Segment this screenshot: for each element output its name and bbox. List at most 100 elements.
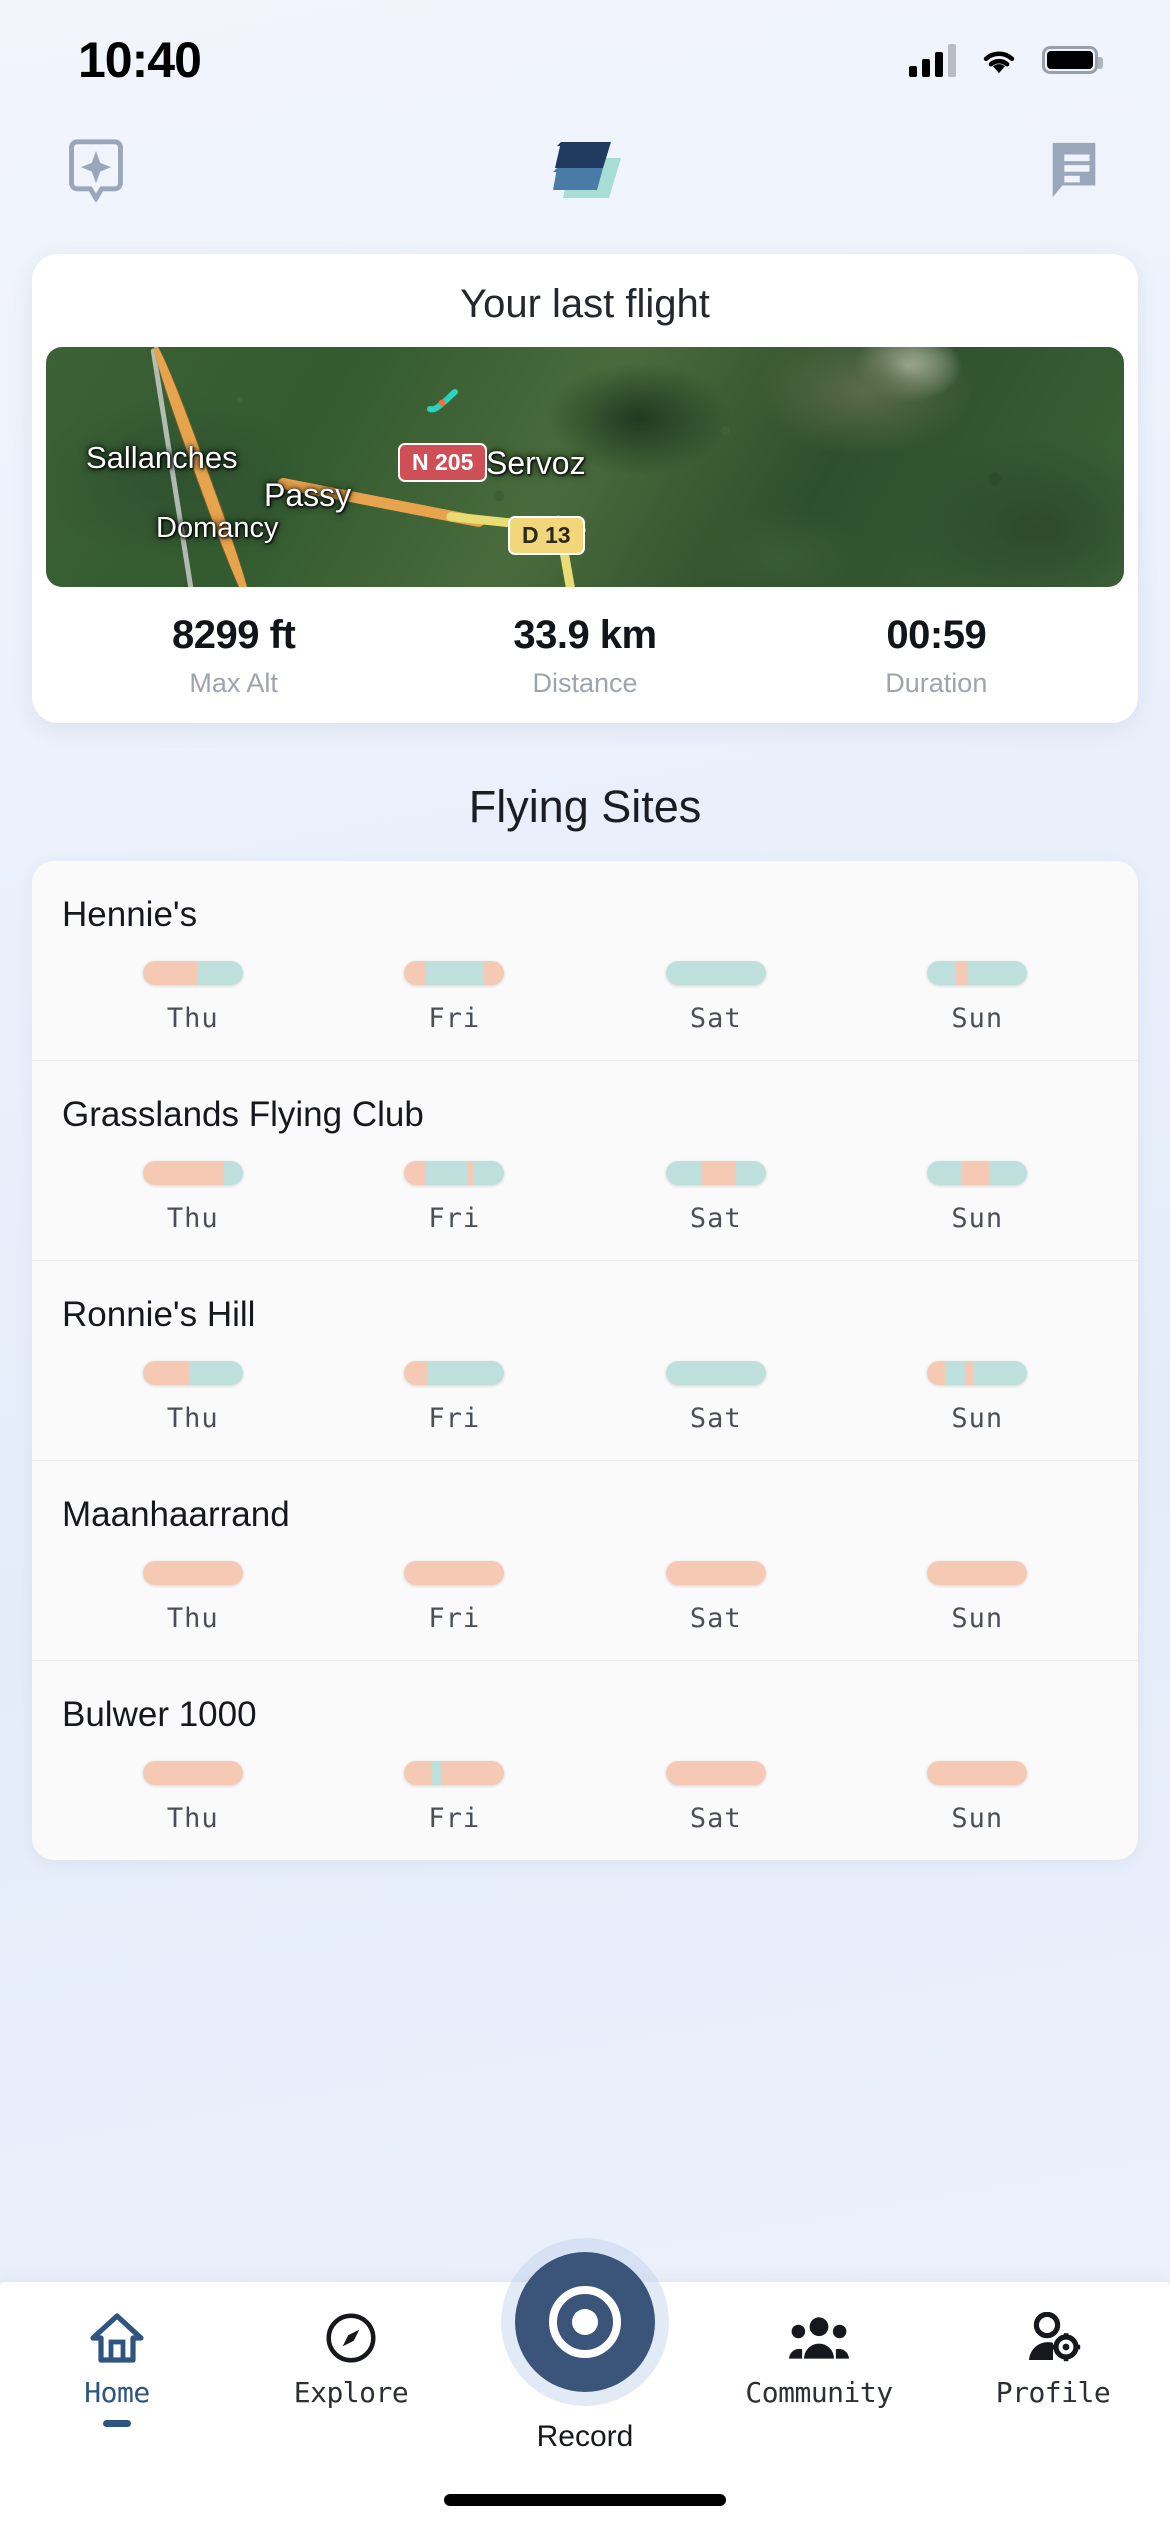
tab-explore[interactable]: Explore	[234, 2312, 468, 2409]
site-row[interactable]: Maanhaarrand Thu Fri Sat Sun	[32, 1461, 1138, 1661]
tab-profile[interactable]: Profile	[936, 2311, 1170, 2409]
forecast-day[interactable]: Sat	[585, 1561, 847, 1634]
stat-value: 33.9 km	[513, 613, 657, 657]
forecast-day-label: Thu	[166, 1203, 219, 1234]
last-flight-title: Your last flight	[460, 282, 710, 326]
tab-label: Community	[745, 2375, 893, 2409]
site-row[interactable]: Ronnie's Hill Thu Fri Sat Sun	[32, 1261, 1138, 1461]
forecast-day[interactable]: Fri	[324, 1161, 586, 1234]
forecast-segment-bad	[142, 1761, 243, 1785]
forecast-day[interactable]: Sun	[847, 1761, 1109, 1834]
site-forecast-days: Thu Fri Sat Sun	[62, 961, 1108, 1034]
forecast-segment-good	[426, 1161, 468, 1185]
map-label-passy: Passy	[264, 477, 352, 513]
forecast-day[interactable]: Fri	[324, 961, 586, 1034]
forecast-segment-bad	[955, 961, 968, 985]
forecast-day[interactable]: Sun	[847, 1561, 1109, 1634]
forecast-segment-bad	[142, 1361, 189, 1385]
stat-label: Max Alt	[189, 668, 278, 698]
record-button-label: Record	[536, 2420, 634, 2453]
stat-duration: 00:59 Duration	[761, 613, 1112, 699]
forecast-day[interactable]: Fri	[324, 1761, 586, 1834]
site-forecast-days: Thu Fri Sat Sun	[62, 1361, 1108, 1434]
forecast-segment-bad	[927, 1361, 946, 1385]
forecast-bar	[665, 961, 766, 985]
forecast-day[interactable]: Sun	[847, 1361, 1109, 1434]
map-road-tertiary-1	[445, 511, 587, 536]
forecast-day-label: Thu	[166, 1603, 219, 1634]
home-icon	[90, 2312, 144, 2363]
tab-home[interactable]: Home	[0, 2312, 234, 2427]
site-forecast-days: Thu Fri Sat Sun	[62, 1161, 1108, 1234]
people-group-icon	[789, 2316, 849, 2359]
record-dot	[572, 2309, 598, 2335]
forecast-day-label: Thu	[166, 1003, 219, 1034]
forecast-segment-good	[426, 961, 484, 985]
record-button[interactable]	[515, 2252, 655, 2392]
forecast-bar	[142, 1361, 243, 1385]
stat-max-alt: 8299 ft Max Alt	[58, 613, 409, 699]
map-label-sallanches: Sallanches	[86, 440, 238, 475]
forecast-segment-good	[990, 1161, 1028, 1185]
map-shield-d13: D 13	[508, 516, 585, 555]
map-road-primary-2	[276, 477, 486, 528]
site-row[interactable]: Hennie's Thu Fri Sat Sun	[32, 861, 1138, 1061]
stat-label: Distance	[532, 668, 638, 698]
forecast-day-label: Fri	[428, 1803, 481, 1834]
forecast-day[interactable]: Thu	[62, 1561, 324, 1634]
forecast-segment-bad	[404, 1761, 433, 1785]
flying-sites-list: Hennie's Thu Fri Sat Sun Grasslands Flying Cl…	[32, 861, 1138, 1860]
bottom-tab-bar: Home Explore Community Profile Record	[0, 2252, 1170, 2532]
site-row[interactable]: Grasslands Flying Club Thu Fri Sat Sun	[32, 1061, 1138, 1261]
forecast-segment-good	[197, 961, 243, 985]
forecast-segment-bad	[404, 1361, 428, 1385]
flight-map[interactable]: Sallanches Passy Domancy Servoz N 205 D …	[46, 347, 1124, 587]
forecast-segment-good	[665, 961, 766, 985]
forecast-bar	[927, 1361, 1028, 1385]
forecast-bar	[665, 1761, 766, 1785]
forecast-bar	[404, 1561, 505, 1585]
site-row[interactable]: Bulwer 1000 Thu Fri Sat Sun	[32, 1661, 1138, 1860]
forecast-day-label: Fri	[428, 1203, 481, 1234]
forecast-bar	[665, 1561, 766, 1585]
forecast-segment-bad	[142, 1161, 223, 1185]
tab-community[interactable]: Community	[702, 2312, 936, 2409]
forecast-bar	[927, 961, 1028, 985]
forecast-day[interactable]: Fri	[324, 1361, 586, 1434]
forecast-bar	[404, 961, 505, 985]
forecast-day[interactable]: Thu	[62, 1361, 324, 1434]
forecast-day[interactable]: Sat	[585, 1361, 847, 1434]
forecast-day[interactable]: Thu	[62, 961, 324, 1034]
forecast-bar	[142, 1161, 243, 1185]
forecast-day[interactable]: Fri	[324, 1561, 586, 1634]
message-bubble-icon[interactable]	[1040, 136, 1108, 204]
forecast-segment-good	[927, 961, 956, 985]
forecast-day-label: Fri	[428, 1003, 481, 1034]
forecast-day[interactable]: Sat	[585, 1761, 847, 1834]
cellular-signal-icon	[909, 43, 956, 77]
forecast-segment-good	[735, 1161, 766, 1185]
map-road-primary	[149, 347, 255, 587]
forecast-day-label: Sun	[951, 1203, 1004, 1234]
paraglider-wing-logo	[545, 134, 625, 206]
flying-sites-title: Flying Sites	[468, 781, 702, 832]
home-indicator	[444, 2494, 726, 2506]
forecast-day[interactable]: Thu	[62, 1161, 324, 1234]
forecast-segment-good	[665, 1161, 702, 1185]
site-forecast-days: Thu Fri Sat Sun	[62, 1561, 1108, 1634]
forecast-day[interactable]: Sun	[847, 1161, 1109, 1234]
forecast-segment-bad	[962, 1161, 991, 1185]
ai-sparkle-bubble-icon[interactable]	[62, 136, 130, 204]
forecast-bar	[142, 1561, 243, 1585]
forecast-day[interactable]: Sun	[847, 961, 1109, 1034]
tab-label: Explore	[293, 2375, 409, 2409]
forecast-day-label: Sun	[951, 1003, 1004, 1034]
forecast-day[interactable]: Sat	[585, 961, 847, 1034]
forecast-segment-bad	[665, 1761, 766, 1785]
forecast-day[interactable]: Thu	[62, 1761, 324, 1834]
forecast-day[interactable]: Sat	[585, 1161, 847, 1234]
forecast-bar	[404, 1161, 505, 1185]
site-name: Bulwer 1000	[62, 1695, 257, 1734]
forecast-segment-bad	[965, 1361, 974, 1385]
last-flight-card[interactable]: Your last flight Sallanches Passy Domanc…	[32, 254, 1138, 723]
